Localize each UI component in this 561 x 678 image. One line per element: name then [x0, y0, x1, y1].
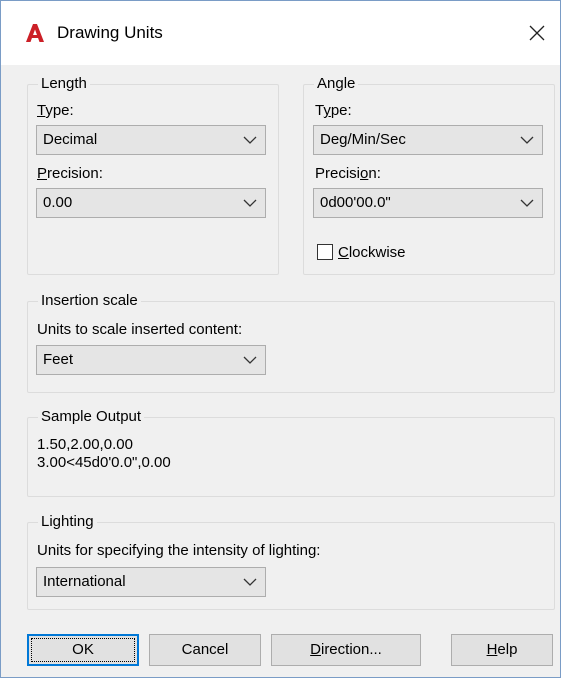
close-button[interactable]: [514, 11, 560, 55]
chevron-down-icon: [243, 199, 257, 207]
focus-rectangle: [31, 638, 135, 662]
chevron-down-icon: [520, 136, 534, 144]
sample-output-line-2: 3.00<45d0'0.0",0.00: [37, 454, 171, 471]
chevron-down-icon: [520, 199, 534, 207]
length-precision-select[interactable]: 0.00: [36, 188, 266, 218]
autocad-logo-icon: [26, 24, 44, 42]
lighting-units-select[interactable]: International: [36, 567, 266, 597]
angle-type-value: Deg/Min/Sec: [320, 131, 406, 148]
chevron-down-icon: [243, 578, 257, 586]
sample-output-legend: Sample Output: [38, 408, 145, 426]
cancel-button[interactable]: Cancel: [149, 634, 261, 666]
angle-legend: Angle: [314, 75, 359, 93]
help-button-label: Help: [486, 641, 518, 658]
length-legend: Length: [38, 75, 90, 93]
angle-precision-value: 0d00'00.0": [320, 194, 391, 211]
length-precision-label: Precision:: [37, 165, 103, 182]
length-type-value: Decimal: [43, 131, 98, 148]
clockwise-checkbox[interactable]: [317, 244, 333, 260]
angle-precision-select[interactable]: 0d00'00.0": [313, 188, 543, 218]
cancel-button-label: Cancel: [181, 641, 229, 658]
chevron-down-icon: [243, 136, 257, 144]
help-button[interactable]: Help: [451, 634, 553, 666]
window-title: Drawing Units: [57, 23, 163, 42]
insertion-units-select[interactable]: Feet: [36, 345, 266, 375]
direction-button[interactable]: Direction...: [271, 634, 421, 666]
lighting-legend: Lighting: [38, 513, 97, 531]
angle-precision-label: Precision:: [315, 165, 381, 182]
length-type-label: Type:: [37, 102, 74, 119]
chevron-down-icon: [243, 356, 257, 364]
length-type-select[interactable]: Decimal: [36, 125, 266, 155]
insertion-scale-legend: Insertion scale: [38, 292, 141, 310]
clockwise-label[interactable]: Clockwise: [338, 244, 406, 262]
drawing-units-dialog: Drawing Units Length Type: Decimal Preci…: [0, 0, 561, 678]
length-precision-value: 0.00: [43, 194, 73, 211]
title-bar: Drawing Units: [1, 1, 560, 65]
insertion-units-label: Units to scale inserted content:: [37, 321, 243, 338]
angle-type-select[interactable]: Deg/Min/Sec: [313, 125, 543, 155]
sample-output-line-1: 1.50,2.00,0.00: [37, 436, 133, 453]
lighting-units-label: Units for specifying the intensity of li…: [37, 542, 321, 559]
direction-button-label: Direction...: [310, 641, 382, 658]
close-icon: [529, 25, 545, 41]
lighting-units-value: International: [43, 573, 126, 590]
ok-button[interactable]: OK: [27, 634, 139, 666]
insertion-units-value: Feet: [43, 351, 74, 368]
angle-type-label: Type:: [315, 102, 352, 119]
